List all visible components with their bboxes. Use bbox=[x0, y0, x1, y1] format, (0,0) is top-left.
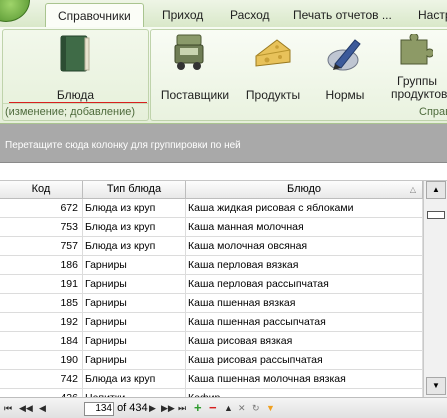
next-record-button[interactable]: ▶ bbox=[149, 401, 156, 415]
grid-top-area bbox=[0, 163, 447, 181]
table-row[interactable]: 192 Гарниры Каша пшенная рассыпчатая bbox=[0, 313, 423, 332]
group-by-hint: Перетащите сюда колонку для группировки … bbox=[5, 140, 241, 151]
cell-dish[interactable]: Каша рисовая вязкая bbox=[186, 332, 423, 350]
scroll-down-arrow[interactable]: ▼ bbox=[426, 377, 446, 395]
tab-print-reports[interactable]: Печать отчетов ... bbox=[293, 8, 392, 22]
norms-button-label: Нормы bbox=[325, 88, 365, 102]
cell-code[interactable]: 185 bbox=[0, 294, 83, 312]
table-row[interactable]: 753 Блюда из круп Каша манная молочная bbox=[0, 218, 423, 237]
ribbon-panel: Блюда (изменение; добавление) Поставщики bbox=[0, 27, 447, 124]
group-by-panel[interactable]: Перетащите сюда колонку для группировки … bbox=[0, 124, 447, 163]
cell-dish[interactable]: Каша перловая рассыпчатая bbox=[186, 275, 423, 293]
table-row[interactable]: 186 Гарниры Каша перловая вязкая bbox=[0, 256, 423, 275]
cell-dish-type[interactable]: Гарниры bbox=[83, 332, 186, 350]
next-page-button[interactable]: ▶▶ bbox=[161, 401, 175, 415]
sort-ascending-icon: △ bbox=[409, 185, 416, 194]
column-header-code[interactable]: Код bbox=[0, 181, 83, 199]
table-row[interactable]: 184 Гарниры Каша рисовая вязкая bbox=[0, 332, 423, 351]
products-button[interactable]: Продукты bbox=[239, 30, 307, 102]
app-menu-button[interactable] bbox=[0, 0, 30, 22]
column-header-dish[interactable]: Блюдо △ bbox=[186, 181, 423, 199]
group-caption-directories: Справ bbox=[419, 106, 447, 118]
puzzle-icon bbox=[400, 34, 433, 65]
cell-dish[interactable]: Каша манная молочная bbox=[186, 218, 423, 236]
cell-dish[interactable]: Каша пшенная рассыпчатая bbox=[186, 313, 423, 331]
column-header-dish-label: Блюдо bbox=[286, 183, 322, 195]
cell-dish[interactable]: Каша пшенная вязкая bbox=[186, 294, 423, 312]
cell-dish-type[interactable]: Блюда из круп bbox=[83, 199, 186, 217]
cell-code[interactable]: 192 bbox=[0, 313, 83, 331]
refresh-button[interactable]: ↻ bbox=[252, 401, 260, 415]
cell-code[interactable]: 757 bbox=[0, 237, 83, 255]
column-header-dish-type[interactable]: Тип блюда bbox=[83, 181, 186, 199]
cell-code[interactable]: 742 bbox=[0, 370, 83, 388]
record-pager: of 434 bbox=[84, 401, 148, 416]
product-groups-label-line1: Группы bbox=[397, 74, 437, 88]
dishes-button-label: Блюда bbox=[56, 88, 95, 102]
cell-dish[interactable]: Каша рисовая рассыпчатая bbox=[186, 351, 423, 369]
cell-dish-type[interactable]: Гарниры bbox=[83, 275, 186, 293]
cell-code[interactable]: 186 bbox=[0, 256, 83, 274]
grid-body: 672 Блюда из круп Каша жидкая рисовая с яб… bbox=[0, 199, 423, 408]
table-row[interactable]: 757 Блюда из круп Каша молочная овсяная bbox=[0, 237, 423, 256]
cheese-icon bbox=[255, 39, 291, 67]
cell-code[interactable]: 672 bbox=[0, 199, 83, 217]
cell-dish-type[interactable]: Гарниры bbox=[83, 313, 186, 331]
cell-dish[interactable]: Каша жидкая рисовая с яблоками bbox=[186, 199, 423, 217]
last-record-button[interactable]: ⏭ bbox=[178, 401, 186, 415]
cell-dish[interactable]: Каша перловая вязкая bbox=[186, 256, 423, 274]
cell-dish-type[interactable]: Блюда из круп bbox=[83, 218, 186, 236]
ribbon-group-dishes: Блюда (изменение; добавление) bbox=[2, 29, 149, 121]
cell-dish-type[interactable]: Гарниры bbox=[83, 294, 186, 312]
cell-code[interactable]: 191 bbox=[0, 275, 83, 293]
scroll-thumb[interactable] bbox=[427, 211, 445, 219]
cell-dish-type[interactable]: Блюда из круп bbox=[83, 237, 186, 255]
suppliers-button-label: Поставщики bbox=[160, 88, 230, 102]
tab-income[interactable]: Приход bbox=[162, 8, 203, 22]
suppliers-button[interactable]: Поставщики bbox=[151, 30, 229, 102]
table-row[interactable]: 742 Блюда из круп Каша пшенная молочная вя… bbox=[0, 370, 423, 389]
table-row[interactable]: 190 Гарниры Каша рисовая рассыпчатая bbox=[0, 351, 423, 370]
vertical-scrollbar[interactable]: ▲ ▼ bbox=[423, 181, 447, 397]
cell-code[interactable]: 190 bbox=[0, 351, 83, 369]
cell-dish[interactable]: Каша молочная овсяная bbox=[186, 237, 423, 255]
edit-record-button[interactable]: ▲ bbox=[224, 401, 233, 415]
record-total: of 434 bbox=[117, 402, 148, 414]
products-button-label: Продукты bbox=[245, 88, 301, 102]
delete-record-button[interactable]: − bbox=[209, 401, 217, 415]
cell-dish-type[interactable]: Блюда из круп bbox=[83, 370, 186, 388]
first-record-button[interactable]: ⏮ bbox=[4, 401, 12, 415]
group-divider bbox=[3, 103, 148, 104]
prev-page-button[interactable]: ◀◀ bbox=[19, 401, 33, 415]
table-row[interactable]: 191 Гарниры Каша перловая рассыпчатая bbox=[0, 275, 423, 294]
cancel-edit-button[interactable]: ✕ bbox=[238, 401, 246, 415]
cell-code[interactable]: 184 bbox=[0, 332, 83, 350]
ribbon-group-directories: Поставщики Продукты Нормы Группы продукт… bbox=[150, 29, 447, 121]
scroll-up-arrow[interactable]: ▲ bbox=[426, 181, 446, 199]
product-groups-button[interactable]: Группы продуктов bbox=[383, 30, 447, 102]
truck-icon bbox=[174, 34, 204, 70]
dishes-button[interactable]: Блюда bbox=[3, 30, 148, 102]
record-navigator: ⏮ ◀◀ ◀ of 434 ▶ ▶▶ ⏭ + − ▲ ✕ ↻ ▼ bbox=[0, 397, 447, 418]
group-caption: (изменение; добавление) bbox=[5, 106, 136, 118]
tab-expense[interactable]: Расход bbox=[230, 8, 270, 22]
filter-icon[interactable]: ▼ bbox=[266, 401, 275, 415]
table-row[interactable]: 672 Блюда из круп Каша жидкая рисовая с яб… bbox=[0, 199, 423, 218]
add-record-button[interactable]: + bbox=[194, 401, 202, 415]
tab-settings[interactable]: Настр bbox=[418, 8, 447, 22]
book-icon bbox=[60, 35, 90, 72]
tab-directories[interactable]: Справочники bbox=[45, 3, 144, 27]
cell-dish-type[interactable]: Гарниры bbox=[83, 256, 186, 274]
table-row[interactable]: 185 Гарниры Каша пшенная вязкая bbox=[0, 294, 423, 313]
norms-button[interactable]: Нормы bbox=[317, 30, 373, 102]
prev-record-button[interactable]: ◀ bbox=[39, 401, 46, 415]
record-number-input[interactable] bbox=[84, 401, 114, 416]
product-groups-label-line2: продуктов bbox=[391, 87, 447, 101]
cell-dish-type[interactable]: Гарниры bbox=[83, 351, 186, 369]
pen-icon bbox=[327, 39, 361, 71]
cell-dish[interactable]: Каша пшенная молочная вязкая bbox=[186, 370, 423, 388]
ribbon-tab-bar: Справочники Приход Расход Печать отчетов… bbox=[0, 0, 447, 28]
cell-code[interactable]: 753 bbox=[0, 218, 83, 236]
